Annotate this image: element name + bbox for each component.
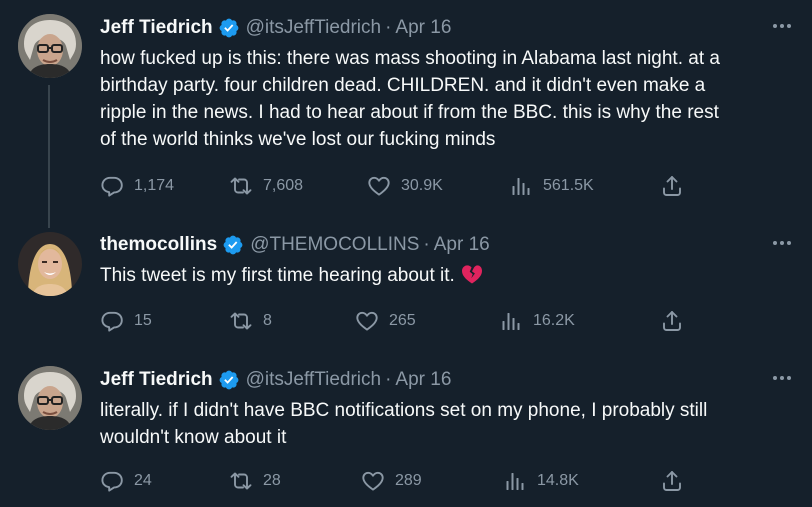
tweet-actions: 1,174 7,608 30.9K 561.5K xyxy=(0,173,812,199)
like-button[interactable]: 289 xyxy=(361,468,422,494)
tweet-text-line: ripple in the news. I had to hear about … xyxy=(100,102,719,123)
repost-icon xyxy=(229,469,253,493)
repost-icon xyxy=(229,174,253,198)
reply-count: 15 xyxy=(134,312,152,329)
handle[interactable]: @itsJeffTiedrich xyxy=(246,369,381,391)
reply-button[interactable]: 24 xyxy=(100,468,152,494)
reply-icon xyxy=(100,174,124,198)
repost-button[interactable]: 7,608 xyxy=(229,173,303,199)
repost-button[interactable]: 28 xyxy=(229,468,281,494)
verified-badge-icon xyxy=(222,234,244,256)
views-button[interactable]: 14.8K xyxy=(503,468,579,494)
like-count: 30.9K xyxy=(401,177,443,194)
reply-count: 24 xyxy=(134,472,152,489)
reply-icon xyxy=(100,469,124,493)
separator-dot: · xyxy=(385,17,392,38)
avatar[interactable] xyxy=(18,14,82,78)
tweet-text-line: how fucked up is this: there was mass sh… xyxy=(100,48,720,69)
display-name[interactable]: themocollins xyxy=(100,234,217,256)
tweet-text: literally. if I didn't have BBC notifica… xyxy=(100,397,800,451)
separator-dot: · xyxy=(423,234,430,255)
repost-count: 8 xyxy=(263,312,272,329)
share-button[interactable] xyxy=(660,308,694,334)
tweet-date[interactable]: Apr 16 xyxy=(434,234,490,256)
reply-button[interactable]: 1,174 xyxy=(100,173,174,199)
tweet-text-line: literally. if I didn't have BBC notifica… xyxy=(100,400,708,421)
reply-button[interactable]: 15 xyxy=(100,308,152,334)
like-button[interactable]: 265 xyxy=(355,308,416,334)
tweet-text-line: birthday party. four children dead. CHIL… xyxy=(100,75,706,96)
share-icon xyxy=(660,309,684,333)
display-name[interactable]: Jeff Tiedrich xyxy=(100,17,213,39)
handle[interactable]: @THEMOCOLLINS xyxy=(250,234,419,256)
handle[interactable]: @itsJeffTiedrich xyxy=(246,17,381,39)
more-icon[interactable] xyxy=(770,233,794,253)
like-count: 265 xyxy=(389,312,416,329)
tweet-text-line: This tweet is my first time hearing abou… xyxy=(100,262,800,292)
like-icon xyxy=(367,174,391,198)
reply-count: 1,174 xyxy=(134,177,175,194)
tweet-text: This tweet is my first time hearing abou… xyxy=(100,262,800,292)
views-icon xyxy=(499,309,523,333)
repost-button[interactable]: 8 xyxy=(229,308,272,334)
like-icon xyxy=(355,309,379,333)
tweet-thread: Jeff Tiedrich @itsJeffTiedrich · Apr 16 … xyxy=(0,0,812,507)
tweet-text-line: of the world thinks we've lost our fucki… xyxy=(100,129,496,150)
tweet-date[interactable]: Apr 16 xyxy=(395,17,451,39)
verified-badge-icon xyxy=(218,17,240,39)
share-button[interactable] xyxy=(660,468,694,494)
verified-badge-icon xyxy=(218,369,240,391)
share-icon xyxy=(660,174,684,198)
view-count: 561.5K xyxy=(543,177,594,194)
separator-dot: · xyxy=(385,369,392,390)
share-button[interactable] xyxy=(660,173,694,199)
more-icon[interactable] xyxy=(770,368,794,388)
views-icon xyxy=(509,174,533,198)
more-icon[interactable] xyxy=(770,16,794,36)
reply-icon xyxy=(100,309,124,333)
tweet-date[interactable]: Apr 16 xyxy=(395,369,451,391)
tweet-header: Jeff Tiedrich @itsJeffTiedrich · Apr 16 xyxy=(100,14,451,42)
tweet-actions: 15 8 265 16.2K xyxy=(0,308,812,334)
like-count: 289 xyxy=(395,472,422,489)
broken-heart-icon xyxy=(461,264,483,292)
views-icon xyxy=(503,469,527,493)
repost-count: 7,608 xyxy=(263,177,304,194)
thread-connector-line xyxy=(48,85,50,228)
tweet-text-line: wouldn't know about it xyxy=(100,427,287,448)
views-button[interactable]: 561.5K xyxy=(509,173,594,199)
repost-count: 28 xyxy=(263,472,281,489)
tweet-header: themocollins @THEMOCOLLINS · Apr 16 xyxy=(100,231,490,259)
view-count: 16.2K xyxy=(533,312,575,329)
tweet-header: Jeff Tiedrich @itsJeffTiedrich · Apr 16 xyxy=(100,366,451,394)
avatar[interactable] xyxy=(18,232,82,296)
tweet-text-content: This tweet is my first time hearing abou… xyxy=(100,265,455,286)
views-button[interactable]: 16.2K xyxy=(499,308,575,334)
tweet-text: how fucked up is this: there was mass sh… xyxy=(100,45,800,153)
view-count: 14.8K xyxy=(537,472,579,489)
repost-icon xyxy=(229,309,253,333)
like-button[interactable]: 30.9K xyxy=(367,173,443,199)
display-name[interactable]: Jeff Tiedrich xyxy=(100,369,213,391)
share-icon xyxy=(660,469,684,493)
like-icon xyxy=(361,469,385,493)
tweet-actions: 24 28 289 14.8K xyxy=(0,468,812,494)
avatar[interactable] xyxy=(18,366,82,430)
